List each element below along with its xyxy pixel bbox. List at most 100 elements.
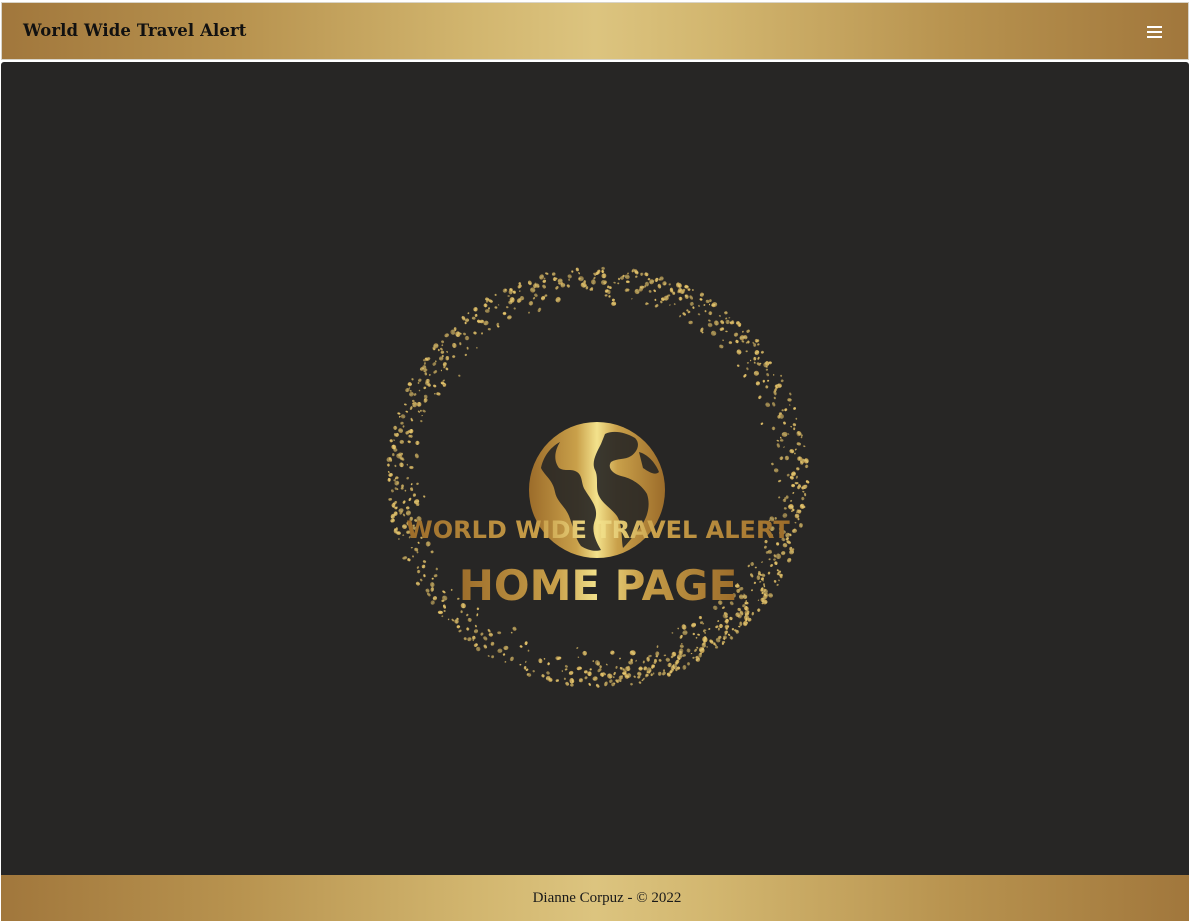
- speckle-dot: [405, 410, 409, 413]
- speckle-dot: [571, 270, 574, 273]
- speckle-dot: [794, 481, 798, 485]
- speckle-dot: [783, 421, 786, 425]
- speckle-dot: [753, 361, 756, 364]
- speckle-dot: [398, 538, 400, 540]
- speckle-dot: [719, 327, 725, 331]
- speckle-dot: [703, 304, 706, 306]
- speckle-dot: [405, 506, 410, 510]
- speckle-dot: [601, 269, 605, 274]
- speckle-dot: [781, 431, 788, 437]
- speckle-dot: [787, 557, 792, 563]
- speckle-dot: [423, 495, 426, 498]
- speckle-dot: [719, 344, 724, 349]
- speckle-dot: [611, 301, 617, 306]
- speckle-dot: [447, 618, 450, 621]
- speckle-dot: [542, 284, 546, 289]
- speckle-dot: [735, 339, 739, 344]
- speckle-dot: [778, 496, 781, 499]
- speckle-dot: [527, 672, 532, 677]
- speckle-dot: [758, 395, 762, 400]
- speckle-dot: [756, 362, 761, 366]
- speckle-dot: [710, 330, 717, 336]
- speckle-dot: [789, 392, 792, 396]
- speckle-dot: [796, 442, 801, 446]
- speckle-dot: [695, 636, 698, 639]
- speckle-dot: [717, 620, 720, 623]
- speckle-dot: [682, 630, 688, 636]
- speckle-dot: [772, 374, 775, 376]
- speckle-dot: [786, 473, 790, 477]
- speckle-dot: [547, 662, 550, 666]
- speckle-dot: [615, 665, 618, 669]
- speckle-dot: [480, 332, 484, 335]
- speckle-dot: [390, 518, 395, 523]
- speckle-dot: [398, 508, 404, 513]
- speckle-dot: [769, 564, 774, 567]
- speckle-dot: [617, 282, 620, 285]
- speckle-dot: [437, 348, 440, 352]
- speckle-dot: [473, 331, 477, 335]
- speckle-dot: [671, 632, 674, 634]
- speckle-dot: [746, 367, 749, 371]
- speckle-dot: [783, 507, 787, 510]
- speckle-dot: [524, 641, 528, 646]
- speckle-dot: [794, 448, 797, 451]
- speckle-dot: [693, 648, 698, 652]
- speckle-dot: [681, 643, 683, 645]
- speckle-dot: [749, 359, 752, 362]
- hero-title: WORLD WIDE TRAVEL ALERT: [406, 516, 790, 544]
- speckle-dot: [724, 311, 728, 315]
- speckle-dot: [804, 464, 809, 469]
- speckle-dot: [442, 379, 445, 382]
- speckle-dot: [781, 551, 786, 556]
- speckle-dot: [420, 420, 423, 423]
- speckle-dot: [575, 267, 579, 272]
- speckle-dot: [601, 266, 605, 271]
- speckle-dot: [713, 320, 719, 326]
- speckle-dot: [398, 415, 401, 418]
- speckle-dot: [659, 276, 664, 281]
- speckle-dot: [787, 433, 790, 435]
- speckle-dot: [467, 617, 472, 622]
- speckle-dot: [537, 307, 542, 313]
- speckle-dot: [567, 274, 572, 279]
- brand-link[interactable]: World Wide Travel Alert: [23, 21, 246, 40]
- speckle-dot: [784, 455, 790, 461]
- speckle-dot: [654, 304, 659, 308]
- speckle-dot: [578, 678, 583, 683]
- speckle-dot: [421, 564, 426, 569]
- hamburger-menu-button[interactable]: [1144, 21, 1166, 43]
- speckle-dot: [416, 566, 420, 569]
- speckle-dot: [593, 276, 596, 280]
- speckle-dot: [692, 632, 695, 636]
- speckle-dot: [668, 283, 671, 286]
- speckle-dot: [708, 311, 713, 316]
- speckle-dot: [503, 645, 509, 651]
- speckle-dot: [776, 583, 779, 586]
- speckle-dot: [459, 342, 462, 346]
- speckle-dot: [545, 272, 549, 275]
- speckle-dot: [497, 304, 500, 306]
- speckle-dot: [771, 462, 774, 466]
- speckle-dot: [708, 319, 711, 322]
- speckle-dot: [765, 368, 769, 371]
- speckle-dot: [423, 362, 426, 365]
- speckle-dot: [458, 629, 462, 633]
- speckle-dot: [720, 320, 725, 325]
- speckle-dot: [507, 295, 510, 297]
- speckle-dot: [772, 402, 776, 407]
- speckle-dot: [428, 373, 431, 376]
- speckle-dot: [525, 660, 527, 664]
- speckle-dot: [766, 373, 770, 377]
- speckle-dot: [696, 646, 699, 649]
- speckle-dot: [528, 311, 530, 314]
- speckle-dot: [760, 350, 764, 354]
- speckle-dot: [754, 566, 757, 569]
- speckle-dot: [551, 272, 556, 276]
- speckle-dot: [413, 393, 417, 396]
- speckle-dot: [394, 464, 397, 467]
- speckle-dot: [679, 644, 684, 649]
- speckle-dot: [513, 307, 516, 310]
- speckle-dot: [534, 293, 538, 298]
- speckle-dot: [742, 330, 744, 333]
